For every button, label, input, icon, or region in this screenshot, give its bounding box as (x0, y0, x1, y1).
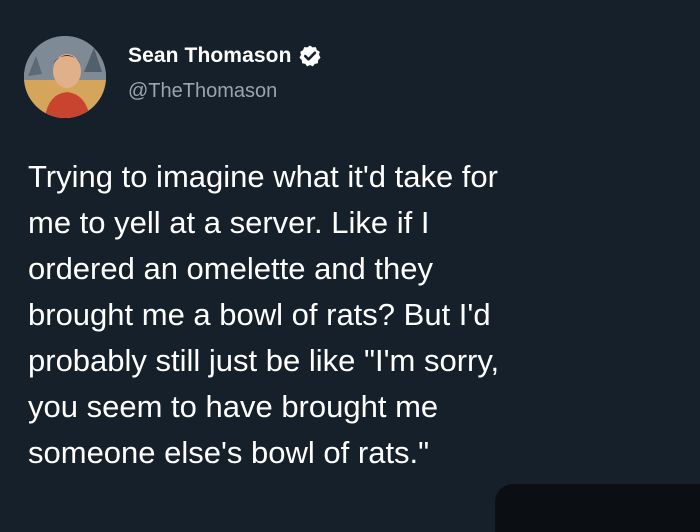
author-handle[interactable]: @TheThomason (128, 80, 277, 103)
tweet-card: Sean Thomason @TheThomason Trying to ima… (0, 0, 700, 532)
author-name[interactable]: Sean Thomason (128, 44, 292, 68)
avatar-image (24, 36, 106, 118)
redaction-smudge (495, 484, 700, 532)
verified-badge-icon (298, 44, 322, 68)
avatar[interactable] (24, 36, 106, 118)
author-name-row: Sean Thomason (128, 44, 322, 68)
tweet-text: Trying to imagine what it'd take for me … (28, 159, 500, 470)
